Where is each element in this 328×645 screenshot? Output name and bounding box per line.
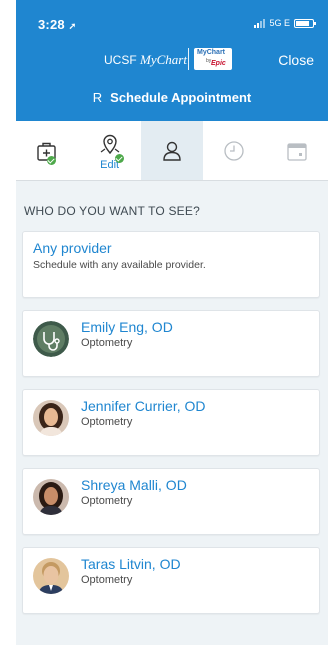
network-label: 5G E [269,18,290,28]
provider-specialty: Optometry [81,495,133,507]
status-right: 5G E [254,18,316,28]
step-date [266,121,328,180]
complete-check-icon [115,154,125,163]
step-bar: Edit [16,121,328,181]
provider-specialty: Optometry [81,337,133,349]
provider-name: Emily Eng, OD [81,319,173,335]
page-title: R Schedule Appointment [92,90,252,105]
mychart-epic-logo: MyChart by Epic [194,48,232,70]
provider-photo [33,400,69,436]
provider-specialty: Optometry [81,574,133,586]
section-heading: WHO DO YOU WANT TO SEE? [24,204,200,218]
provider-card[interactable]: Emily Eng, OD Optometry [22,310,320,377]
provider-photo [33,479,69,515]
close-button[interactable]: Close [278,52,314,68]
app-brand: UCSF MyChart [104,52,187,67]
status-time: 3:28 ➚ [38,17,77,32]
provider-specialty: Optometry [81,416,133,428]
provider-card[interactable]: Shreya Malli, OD Optometry [22,468,320,535]
any-provider-subtitle: Schedule with any available provider. [33,259,206,271]
any-provider-title: Any provider [33,240,112,256]
provider-name: Taras Litvin, OD [81,556,181,572]
provider-card[interactable]: Taras Litvin, OD Optometry [22,547,320,614]
patient-initial: R [92,90,103,105]
step-provider[interactable] [140,121,204,180]
stethoscope-avatar [33,321,69,357]
signal-icon [254,18,266,28]
status-bar: 3:28 ➚ 5G E [16,0,328,42]
battery-icon [294,18,316,28]
provider-name: Jennifer Currier, OD [81,398,206,414]
person-icon [163,141,181,161]
provider-name: Shreya Malli, OD [81,477,187,493]
calendar-icon [287,142,307,161]
brand-divider [188,48,189,70]
provider-card[interactable]: Jennifer Currier, OD Optometry [22,389,320,456]
app-header: 3:28 ➚ 5G E UCSF MyChart MyChart by Epic… [16,0,328,121]
any-provider-card[interactable]: Any provider Schedule with any available… [22,231,320,298]
map-pin-icon [100,134,119,154]
step-location[interactable]: Edit [78,121,140,180]
provider-photo [33,558,69,594]
clock-icon [224,140,245,161]
step-time [203,121,265,180]
complete-check-icon [47,156,56,165]
app-frame: 3:28 ➚ 5G E UCSF MyChart MyChart by Epic… [16,0,328,645]
step-reason[interactable] [16,121,78,180]
location-arrow-icon: ➚ [68,21,77,31]
